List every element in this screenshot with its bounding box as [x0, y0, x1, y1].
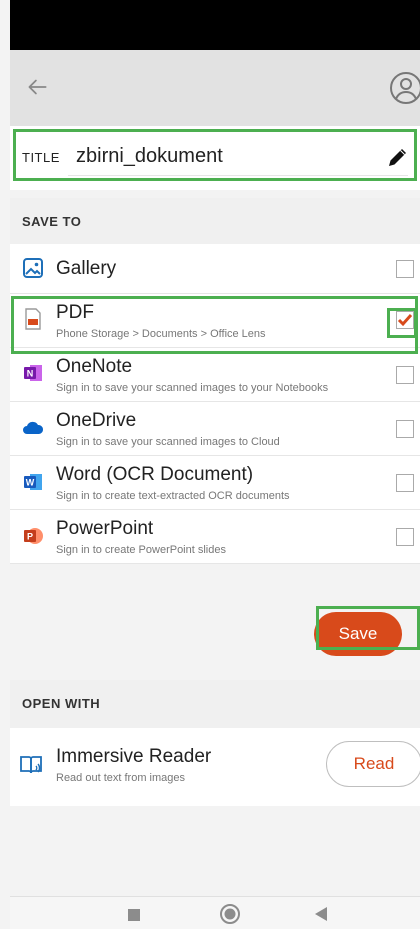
immersive-reader-subtitle: Read out text from images — [56, 772, 186, 784]
option-subtitle: Sign in to save your scanned images to C… — [56, 436, 280, 448]
title-label: TITLE — [22, 150, 60, 165]
checkmark-icon — [397, 314, 413, 327]
option-name: OneNote — [56, 356, 133, 377]
option-subtitle: Sign in to create PowerPoint slides — [56, 544, 226, 556]
option-name: OneDrive — [56, 410, 137, 431]
save-option-pdf[interactable]: PDF Phone Storage > Documents > Office L… — [10, 294, 420, 348]
pdf-icon — [25, 308, 41, 330]
save-to-header: SAVE TO — [10, 198, 420, 246]
option-name: PowerPoint — [56, 518, 154, 539]
open-with-header: OPEN WITH — [10, 680, 420, 728]
option-subtitle: Sign in to create text-extracted OCR doc… — [56, 490, 290, 502]
save-button[interactable]: Save — [314, 612, 402, 656]
immersive-reader-row: Immersive Reader Read out text from imag… — [10, 728, 420, 806]
save-option-onedrive[interactable]: OneDrive Sign in to save your scanned im… — [10, 402, 420, 456]
option-name: Word (OCR Document) — [56, 464, 254, 485]
home-icon[interactable] — [219, 903, 241, 925]
read-button[interactable]: Read — [326, 741, 420, 787]
immersive-reader-name: Immersive Reader — [56, 746, 212, 767]
status-bar — [10, 0, 420, 50]
svg-text:P: P — [27, 532, 33, 542]
app-bar — [10, 50, 420, 126]
svg-text:W: W — [26, 478, 35, 488]
nav-back-icon[interactable] — [315, 907, 327, 921]
system-nav-bar — [10, 896, 420, 929]
onedrive-icon — [23, 421, 44, 434]
immersive-reader-icon — [20, 756, 42, 774]
save-to-list: Gallery PDF Phone Storage > Documents > … — [10, 244, 420, 564]
pencil-icon[interactable] — [386, 145, 410, 169]
powerpoint-icon: P — [24, 528, 43, 544]
recents-icon[interactable] — [128, 909, 140, 921]
word-checkbox[interactable] — [396, 474, 414, 492]
onenote-checkbox[interactable] — [396, 366, 414, 384]
back-arrow-icon[interactable] — [24, 74, 50, 100]
gallery-icon — [23, 258, 43, 278]
title-row: TITLE — [10, 126, 420, 190]
option-subtitle: Sign in to save your scanned images to y… — [56, 382, 329, 394]
account-icon[interactable] — [388, 70, 420, 106]
save-option-powerpoint[interactable]: P PowerPoint Sign in to create PowerPoin… — [10, 510, 420, 564]
pdf-checkbox[interactable] — [396, 311, 414, 329]
save-option-word[interactable]: W Word (OCR Document) Sign in to create … — [10, 456, 420, 510]
option-subtitle: Phone Storage > Documents > Office Lens — [56, 328, 266, 340]
svg-text:N: N — [27, 369, 34, 379]
word-icon: W — [24, 474, 42, 490]
powerpoint-checkbox[interactable] — [396, 528, 414, 546]
option-name: Gallery — [56, 258, 117, 279]
option-name: PDF — [56, 302, 94, 323]
title-input[interactable] — [68, 138, 408, 176]
onedrive-checkbox[interactable] — [396, 420, 414, 438]
gallery-checkbox[interactable] — [396, 260, 414, 278]
save-option-onenote[interactable]: N OneNote Sign in to save your scanned i… — [10, 348, 420, 402]
onenote-icon: N — [24, 365, 42, 381]
save-option-gallery[interactable]: Gallery — [10, 244, 420, 294]
